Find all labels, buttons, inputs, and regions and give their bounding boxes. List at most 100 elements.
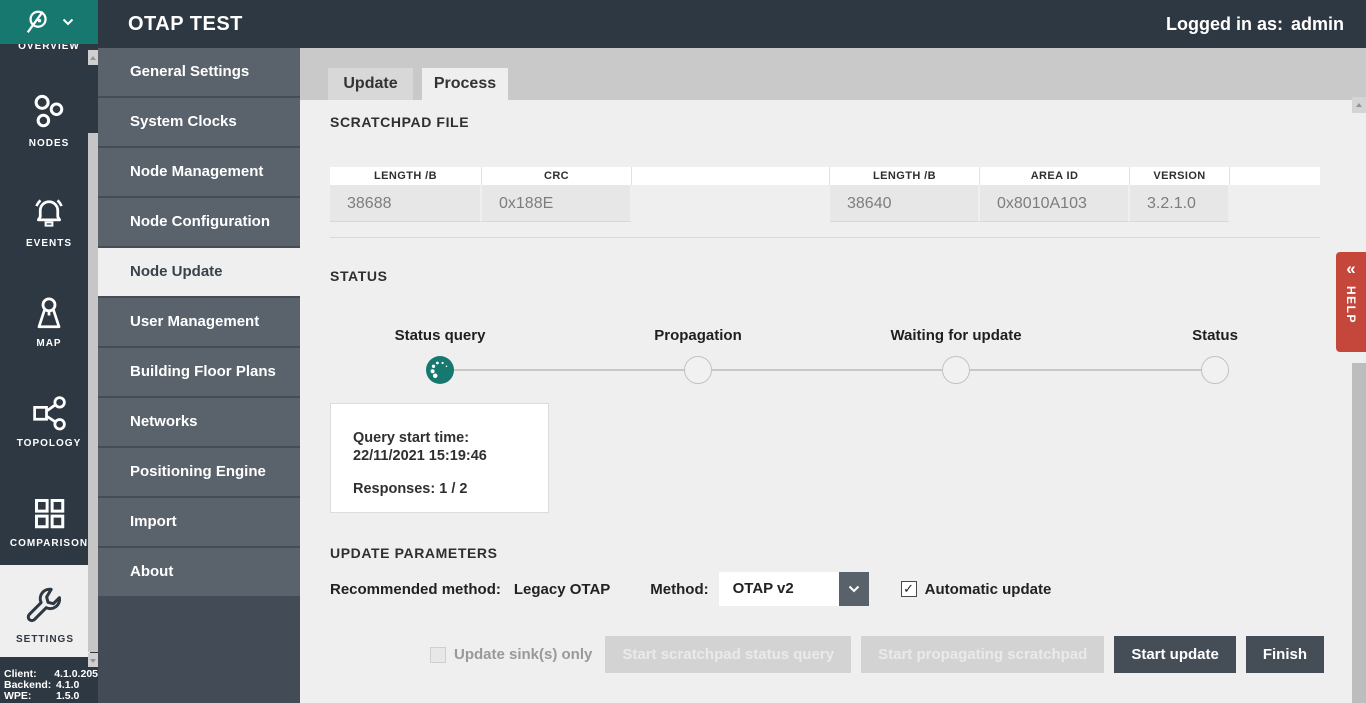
sidebar-item-label: SETTINGS <box>0 634 90 645</box>
step-circle-propagation <box>684 356 712 384</box>
sidebar-item-nodes[interactable]: NODES <box>0 93 98 149</box>
cell-length: 38688 <box>330 185 482 222</box>
method-select[interactable]: OTAP v2 <box>719 572 869 606</box>
main-content: SCRATCHPAD FILE LENGTH /B CRC LENGTH /B … <box>300 100 1366 703</box>
help-tab-label: HELP <box>1344 286 1358 324</box>
menu-item-user-management[interactable]: User Management <box>98 298 300 348</box>
recommended-method-value: Legacy OTAP <box>514 581 610 598</box>
start-scratchpad-status-query-button[interactable]: Start scratchpad status query <box>605 636 851 673</box>
cell-empty-2 <box>1230 185 1320 222</box>
select-chevron-icon <box>839 572 869 606</box>
sidebar-item-comparison[interactable]: COMPARISON <box>0 493 98 549</box>
comparison-icon <box>29 493 69 533</box>
step-label-status: Status <box>1192 327 1238 344</box>
column-header-empty-2 <box>1230 167 1320 185</box>
recommended-method-label: Recommended method: <box>330 581 501 598</box>
scroll-up-icon <box>1356 103 1362 107</box>
step-circle-waiting-for-update <box>942 356 970 384</box>
sidebar-scroll-up-button[interactable] <box>88 50 98 65</box>
finish-button[interactable]: Finish <box>1246 636 1324 673</box>
column-header-crc: CRC <box>482 167 632 185</box>
sidebar-item-settings[interactable]: SETTINGS <box>0 565 90 657</box>
tab-process[interactable]: Process <box>422 68 508 100</box>
scroll-up-icon <box>90 56 96 60</box>
automatic-update-checkbox[interactable]: ✓ <box>901 581 917 597</box>
update-parameters-row: Recommended method: Legacy OTAP Method: … <box>330 572 1051 606</box>
logged-in-label: Logged in as: <box>1166 14 1283 35</box>
section-divider <box>330 237 1320 238</box>
sidebar-item-events[interactable]: EVENTS <box>0 193 98 249</box>
version-value: 1.5.0 <box>56 691 79 702</box>
automatic-update-label: Automatic update <box>925 581 1052 598</box>
sidebar-item-label: MAP <box>0 338 98 349</box>
column-header-version: VERSION <box>1130 167 1230 185</box>
cell-empty <box>632 185 830 222</box>
chevron-down-icon <box>62 18 74 26</box>
tab-update[interactable]: Update <box>328 68 413 100</box>
query-info-box: Query start time: 22/11/2021 15:19:46 Re… <box>330 403 549 513</box>
sidebar-item-label: NODES <box>0 138 98 149</box>
content-scroll-up-button[interactable] <box>1352 97 1366 113</box>
responses-count: Responses: 1 / 2 <box>353 480 548 498</box>
sidebar-item-map[interactable]: MAP <box>0 293 98 349</box>
help-panel-tab[interactable]: « HELP <box>1336 252 1366 352</box>
menu-item-node-update[interactable]: Node Update <box>98 248 300 298</box>
menu-item-system-clocks[interactable]: System Clocks <box>98 98 300 148</box>
help-collapse-icon: « <box>1346 260 1355 278</box>
stepper-line <box>440 369 1215 371</box>
map-icon <box>29 293 69 333</box>
step-circle-status <box>1201 356 1229 384</box>
version-row: WPE: 1.5.0 <box>4 691 98 702</box>
spinner-icon <box>426 356 454 384</box>
app-logo-menu[interactable] <box>0 0 98 44</box>
menu-item-about[interactable]: About <box>98 548 300 598</box>
step-label-status-query: Status query <box>395 327 486 344</box>
menu-item-networks[interactable]: Networks <box>98 398 300 448</box>
scratchpad-file-heading: SCRATCHPAD FILE <box>330 114 469 130</box>
nodes-icon <box>29 93 69 133</box>
column-header-area-id: AREA ID <box>980 167 1130 185</box>
logo-icon <box>24 7 54 37</box>
query-start-time: 22/11/2021 15:19:46 <box>353 447 548 465</box>
logged-in-username: admin <box>1291 14 1344 35</box>
step-label-waiting-for-update: Waiting for update <box>890 327 1021 344</box>
sidebar-item-label: TOPOLOGY <box>0 438 98 449</box>
method-select-value: OTAP v2 <box>719 572 839 606</box>
cell-version: 3.2.1.0 <box>1130 185 1230 222</box>
column-header-empty <box>632 167 830 185</box>
start-update-button[interactable]: Start update <box>1114 636 1236 673</box>
sidebar-scroll-down-button[interactable] <box>88 653 98 668</box>
version-info: Client: 4.1.0.205 Backend: 4.1.0 WPE: 1.… <box>0 667 98 703</box>
menu-item-building-floor-plans[interactable]: Building Floor Plans <box>98 348 300 398</box>
top-bar: OTAP TEST Logged in as: admin <box>0 0 1366 48</box>
tab-bar: Update Process <box>300 48 1366 100</box>
cell-area-id: 0x8010A103 <box>980 185 1130 222</box>
menu-item-node-management[interactable]: Node Management <box>98 148 300 198</box>
column-header-length: LENGTH /B <box>330 167 482 185</box>
status-heading: STATUS <box>330 268 388 284</box>
scratchpad-table-values: 38688 0x188E 38640 0x8010A103 3.2.1.0 <box>330 185 1320 222</box>
topology-icon <box>29 393 69 433</box>
start-propagating-scratchpad-button[interactable]: Start propagating scratchpad <box>861 636 1104 673</box>
menu-item-positioning-engine[interactable]: Positioning Engine <box>98 448 300 498</box>
query-start-label: Query start time: <box>353 429 548 447</box>
update-sinks-option: Update sink(s) only <box>430 646 592 663</box>
sidebar-item-topology[interactable]: TOPOLOGY <box>0 393 98 449</box>
method-label: Method: <box>650 581 708 598</box>
events-icon <box>29 193 69 233</box>
menu-item-import[interactable]: Import <box>98 498 300 548</box>
menu-item-general-settings[interactable]: General Settings <box>98 48 300 98</box>
scroll-down-icon <box>90 659 96 663</box>
menu-item-node-configuration[interactable]: Node Configuration <box>98 198 300 248</box>
app-window: OTAP TEST Logged in as: admin OVERVIEW N… <box>0 0 1366 703</box>
settings-menu: General Settings System Clocks Node Mana… <box>98 48 300 703</box>
version-label: WPE: <box>4 691 56 702</box>
action-buttons-row: Update sink(s) only Start scratchpad sta… <box>430 636 1324 673</box>
column-header-length-2: LENGTH /B <box>830 167 980 185</box>
update-sinks-checkbox[interactable] <box>430 647 446 663</box>
page-title: OTAP TEST <box>128 0 243 48</box>
cell-crc: 0x188E <box>482 185 632 222</box>
sidebar-scrollbar-thumb[interactable] <box>88 133 98 652</box>
automatic-update-option: ✓ Automatic update <box>901 581 1052 598</box>
content-scrollbar-thumb[interactable] <box>1352 363 1366 703</box>
